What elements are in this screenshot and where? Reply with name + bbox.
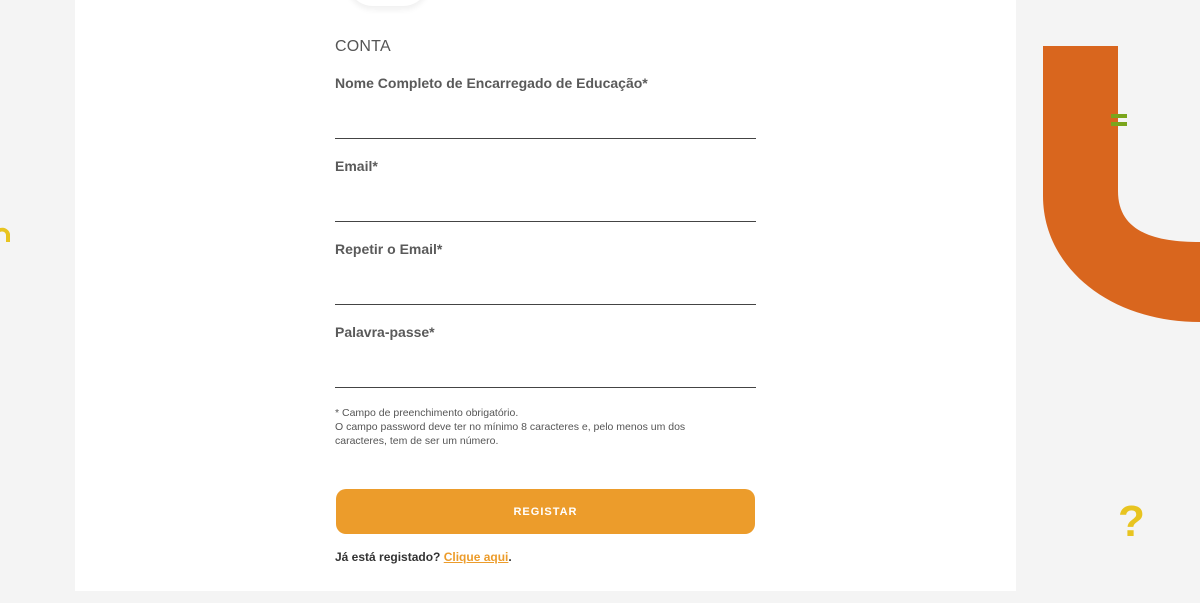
- section-title: CONTA: [335, 38, 391, 55]
- repeat-email-field: Repetir o Email*: [335, 241, 756, 305]
- repeat-email-label: Repetir o Email*: [335, 241, 443, 257]
- password-rule-note: O campo password deve ter no mínimo 8 ca…: [335, 421, 686, 447]
- full-name-input[interactable]: [335, 110, 756, 139]
- yellow-arc-decoration: [0, 227, 10, 242]
- required-note: * Campo de preenchimento obrigatório.: [335, 407, 519, 419]
- email-field: Email*: [335, 158, 756, 222]
- question-mark-decoration: ?: [1118, 497, 1145, 546]
- password-field: Palavra-passe*: [335, 324, 756, 388]
- login-prompt: Já está registado? Clique aqui.: [335, 550, 512, 564]
- form-notes: * Campo de preenchimento obrigatório. O …: [335, 406, 735, 448]
- login-link[interactable]: Clique aqui: [444, 550, 509, 564]
- password-label: Palavra-passe*: [335, 324, 435, 340]
- repeat-email-input[interactable]: [335, 276, 756, 305]
- full-name-field: Nome Completo de Encarregado de Educação…: [335, 75, 756, 139]
- orange-u-shape-decoration: [1043, 46, 1200, 322]
- green-equals-decoration: [1111, 114, 1127, 126]
- login-prompt-suffix: .: [508, 550, 512, 564]
- registration-page: ? CONTA Nome Completo de Encarregado de …: [0, 0, 1200, 603]
- password-input[interactable]: [335, 359, 756, 388]
- email-input[interactable]: [335, 193, 756, 222]
- full-name-label: Nome Completo de Encarregado de Educação…: [335, 75, 648, 91]
- registration-card: CONTA Nome Completo de Encarregado de Ed…: [75, 0, 1016, 591]
- email-label: Email*: [335, 158, 378, 174]
- register-button[interactable]: REGISTAR: [336, 489, 755, 534]
- avatar: [347, 0, 429, 6]
- login-prompt-text: Já está registado?: [335, 550, 441, 564]
